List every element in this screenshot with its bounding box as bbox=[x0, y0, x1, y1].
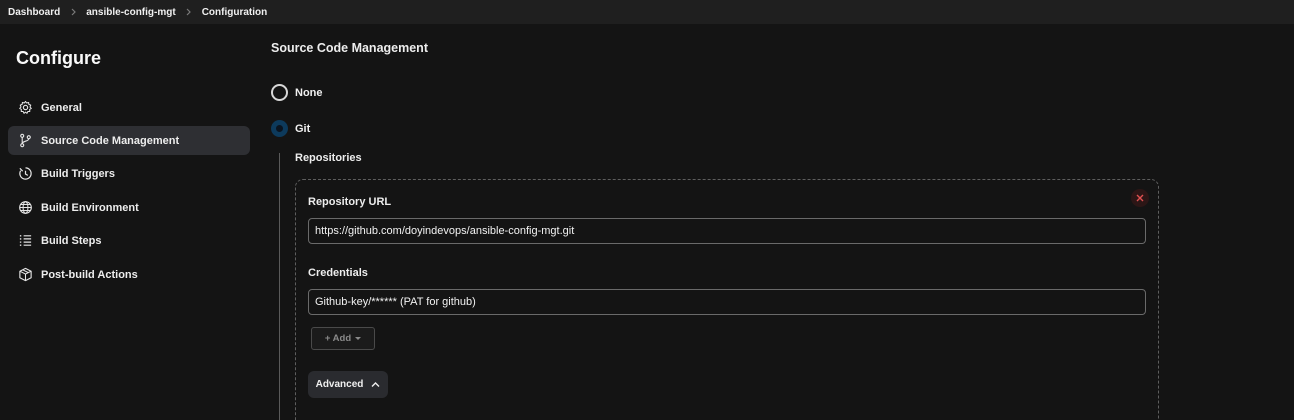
remove-repository-button[interactable] bbox=[1131, 189, 1149, 207]
credentials-select[interactable]: Github-key/****** (PAT for github) bbox=[308, 289, 1146, 315]
sidebar-item-build-steps[interactable]: Build Steps bbox=[8, 226, 250, 255]
section-divider bbox=[279, 153, 280, 420]
sidebar-item-general[interactable]: General bbox=[8, 93, 250, 122]
sidebar-item-label: Post-build Actions bbox=[41, 268, 138, 281]
repository-url-label: Repository URL bbox=[308, 196, 392, 208]
chevron-right-icon bbox=[176, 8, 202, 16]
repository-panel: Repository URL https://github.com/doyind… bbox=[295, 179, 1159, 420]
page-title: Configure bbox=[16, 48, 101, 68]
repository-url-input[interactable]: https://github.com/doyindevops/ansible-c… bbox=[308, 218, 1146, 244]
list-icon bbox=[17, 233, 33, 249]
package-icon bbox=[17, 267, 33, 283]
radio-none[interactable] bbox=[271, 84, 288, 101]
advanced-button[interactable]: Advanced bbox=[308, 371, 388, 398]
git-branch-icon bbox=[17, 133, 33, 149]
sidebar-item-build-triggers[interactable]: Build Triggers bbox=[8, 159, 250, 188]
sidebar: Configure General Source Code Management… bbox=[0, 24, 260, 420]
timer-icon bbox=[17, 166, 33, 182]
radio-label: None bbox=[295, 86, 323, 99]
sidebar-item-post-build-actions[interactable]: Post-build Actions bbox=[8, 260, 250, 289]
radio-git[interactable] bbox=[271, 120, 288, 137]
add-credentials-button[interactable]: + Add bbox=[311, 327, 375, 350]
sidebar-item-build-environment[interactable]: Build Environment bbox=[8, 193, 250, 222]
sidebar-item-label: Build Environment bbox=[41, 201, 139, 214]
advanced-label: Advanced bbox=[315, 379, 364, 390]
main-content: Source Code Management None Git Reposito… bbox=[260, 24, 1294, 420]
credentials-label: Credentials bbox=[308, 267, 368, 279]
radio-label: Git bbox=[295, 122, 311, 135]
chevron-right-icon bbox=[60, 8, 86, 16]
radio-option-none[interactable]: None bbox=[271, 84, 323, 101]
breadcrumb-job[interactable]: ansible-config-mgt bbox=[86, 7, 175, 18]
sidebar-item-source-code-management[interactable]: Source Code Management bbox=[8, 126, 250, 155]
chevron-up-icon bbox=[371, 382, 380, 387]
sidebar-item-label: General bbox=[41, 101, 82, 114]
section-title: Source Code Management bbox=[271, 41, 428, 55]
gear-icon bbox=[17, 100, 33, 116]
radio-option-git[interactable]: Git bbox=[271, 120, 310, 137]
sidebar-item-label: Source Code Management bbox=[41, 134, 180, 147]
close-icon bbox=[1136, 194, 1144, 202]
breadcrumb-dashboard[interactable]: Dashboard bbox=[8, 7, 60, 18]
add-label: + Add bbox=[324, 333, 352, 344]
sidebar-item-label: Build Triggers bbox=[41, 167, 115, 180]
breadcrumb-configuration[interactable]: Configuration bbox=[202, 7, 268, 18]
sidebar-item-label: Build Steps bbox=[41, 234, 102, 247]
breadcrumb: Dashboard ansible-config-mgt Configurati… bbox=[0, 0, 1294, 24]
globe-icon bbox=[17, 200, 33, 216]
caret-down-icon bbox=[355, 337, 362, 340]
repositories-heading: Repositories bbox=[295, 152, 362, 164]
